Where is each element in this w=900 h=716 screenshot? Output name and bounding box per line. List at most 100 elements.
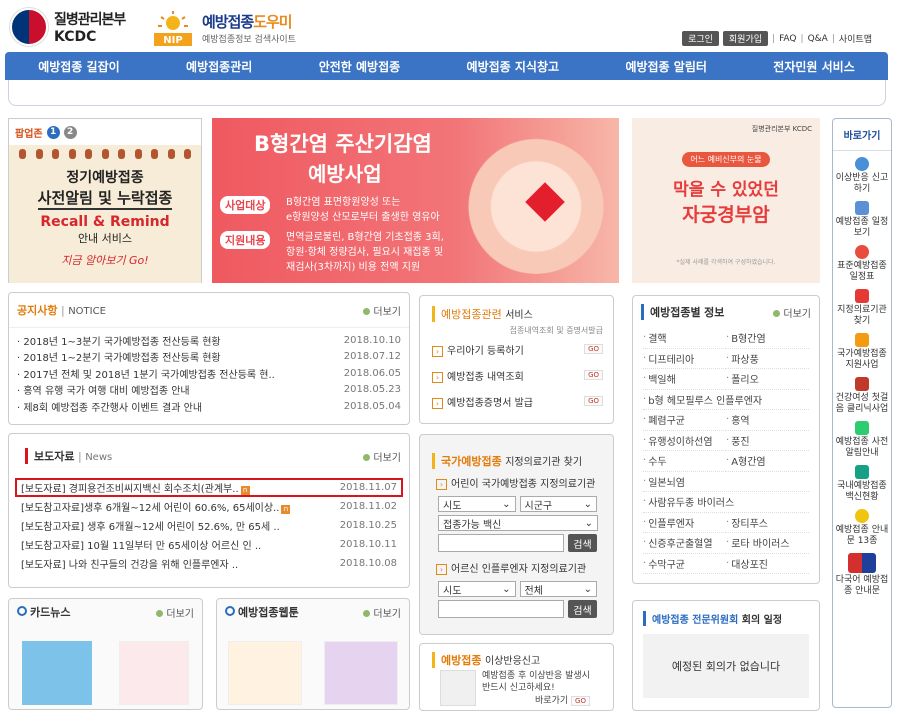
disease-item[interactable]: 장티푸스 <box>726 513 809 533</box>
disease-item[interactable]: 결핵 <box>643 328 726 349</box>
disease-item[interactable]: 폐렴구균 <box>643 410 726 431</box>
new-badge: n <box>281 505 291 514</box>
disease-item[interactable]: 백일해 <box>643 369 726 390</box>
go-button[interactable]: GO <box>584 396 603 406</box>
news-more-link[interactable]: 더보기 <box>363 449 401 464</box>
notice-row[interactable]: · 2018년 1~2분기 국가예방접종 전산등록 현황 2018.07.12 <box>17 349 401 366</box>
service-register-baby[interactable]: › 우리아기 등록하기 GO <box>420 336 613 362</box>
disease-item[interactable]: 사람유두종 바이러스 <box>643 492 809 513</box>
popup-page-1[interactable]: 1 <box>46 125 60 139</box>
cardnews-thumb-2[interactable] <box>118 641 189 705</box>
nav-knowledge[interactable]: 예방접종 지식창고 <box>467 58 560 75</box>
notice-row[interactable]: · 2017년 전체 및 2018년 1분기 국가예방접종 전산등록 현.. 20… <box>17 365 401 382</box>
vaccine-select[interactable]: 접종가능 백신 ⌄ <box>438 515 598 531</box>
chevron-down-icon: ⌄ <box>502 583 511 595</box>
quick-item-find-clinic[interactable]: 지정의료기관 찾기 <box>833 283 891 327</box>
news-title: 보도자료 <box>34 450 75 463</box>
notice-row[interactable]: · 홍역 유행 국가 여행 대비 예방접종 안내 2018.05.23 <box>17 382 401 399</box>
notice-row[interactable]: · 제8회 예방접종 주간행사 이벤트 결과 안내 2018.05.04 <box>17 398 401 415</box>
disease-item[interactable]: 홍역 <box>726 410 809 431</box>
disease-item[interactable]: 풍진 <box>726 431 809 451</box>
adult-search-input[interactable] <box>438 600 564 618</box>
quick-item-women-clinic[interactable]: 건강여성 첫걸음 클리닉사업 <box>833 371 891 415</box>
notice-more-link[interactable]: 더보기 <box>363 303 401 318</box>
clinic-search-input[interactable] <box>438 534 564 552</box>
cardnews-thumb-1[interactable] <box>22 641 93 705</box>
webtoon-thumb-1[interactable] <box>228 641 302 705</box>
hpv-line1: 막을 수 있었던 <box>673 180 779 200</box>
all-select[interactable]: 전체 ⌄ <box>519 581 597 597</box>
disease-item[interactable]: b형 헤모필루스 인플루엔자 <box>643 390 809 410</box>
quick-item-recall[interactable]: 예방접종 사전알림안내 <box>833 415 891 459</box>
nav-e-service[interactable]: 전자민원 서비스 <box>773 58 854 75</box>
quick-item-adverse-report[interactable]: 이상반응 신고하기 <box>833 151 891 195</box>
sido2-select[interactable]: 시도 ⌄ <box>438 581 516 597</box>
disease-item[interactable]: 대상포진 <box>726 554 809 574</box>
webtoon-more-link[interactable]: 더보기 <box>363 605 401 620</box>
disease-item[interactable]: 로타 바이러스 <box>726 533 809 554</box>
disease-item[interactable]: 신증후군출혈열 <box>643 533 726 554</box>
sigungu-select[interactable]: 시군구 ⌄ <box>519 496 597 512</box>
go-button[interactable]: GO <box>584 344 603 354</box>
service-certificate[interactable]: › 예방접종증명서 발급 GO <box>420 388 613 414</box>
quick-item-multilingual[interactable]: 다국어 예방접종 안내문 <box>833 547 891 597</box>
popup-line2: 사전알림 및 누락접종 <box>37 187 173 210</box>
notice-row[interactable]: · 2018년 1~3분기 국가예방접종 전산등록 현황 2018.10.10 <box>17 332 401 349</box>
disease-item[interactable]: B형간염 <box>726 328 809 349</box>
news-row-highlighted[interactable]: [보도자료] 경피용건조비씨지백신 회수조치(관계부.. n 2018.11.07 <box>15 478 403 497</box>
quick-item-standard-table[interactable]: 표준예방접종 일정표 <box>833 239 891 283</box>
webtoon-thumb-2[interactable] <box>324 641 398 705</box>
cervical-cancer-banner[interactable]: 질병관리본부 KCDC 어느 예비신부의 눈물 막을 수 있었던 자궁경부암 *… <box>632 118 820 283</box>
hepatitis-b-banner[interactable]: B형간염 주산기감염 예방사업 사업대상 B형간염 표면항원양성 또는 e항원양… <box>212 118 619 283</box>
disease-item[interactable]: A형간염 <box>726 451 809 472</box>
news-row[interactable]: [보도참고자료] 생후 6개월~12세 어린이 52.6%, 만 65세 .. 2… <box>17 516 401 535</box>
recall-remind-banner[interactable]: 정기예방접종 사전알림 및 누락접종 Recall & Remind 안내 서비… <box>9 145 201 283</box>
disease-item[interactable]: 파상풍 <box>726 349 809 369</box>
news-row[interactable]: [보도참고자료]생후 6개월~12세 어린이 60.6%, 65세이상.. n 20… <box>17 497 401 516</box>
nip-subtitle: 예방접종정보 검색사이트 <box>202 35 296 45</box>
disease-item[interactable]: 일본뇌염 <box>643 472 809 492</box>
disease-item[interactable]: 수막구균 <box>643 554 726 574</box>
join-button[interactable]: 회원가입 <box>722 31 769 46</box>
clinic-search-button[interactable]: 검색 <box>568 534 597 552</box>
news-row[interactable]: [보도참고자료] 10월 11일부터 만 65세이상 어르신 인 .. 2018.… <box>17 535 401 554</box>
disease-more-link[interactable]: 더보기 <box>773 305 811 320</box>
main-nav: 예방접종 길잡이 예방접종관리 안전한 예방접종 예방접종 지식창고 예방접종 … <box>5 52 888 80</box>
nav-notice[interactable]: 예방접종 알림터 <box>625 58 706 75</box>
disease-item[interactable]: 유행성이하선염 <box>643 431 726 451</box>
go-button[interactable]: GO <box>584 370 603 380</box>
sido-select[interactable]: 시도 ⌄ <box>438 496 516 512</box>
login-button[interactable]: 로그인 <box>682 31 719 46</box>
service-history-lookup[interactable]: › 예방접종 내역조회 GO <box>420 362 613 388</box>
adult-search-button[interactable]: 검색 <box>568 600 597 618</box>
disease-item[interactable]: 인플루엔자 <box>643 513 726 533</box>
sitemap-link[interactable]: 사이트맵 <box>839 32 872 45</box>
hepb-title2: 예방사업 <box>308 162 382 186</box>
notice-row-title: 2018년 1~2분기 국가예방접종 전산등록 현황 <box>23 353 221 365</box>
nav-management[interactable]: 예방접종관리 <box>186 58 252 75</box>
quick-item-guide-13[interactable]: 예방접종 안내문 13종 <box>833 503 891 547</box>
quick-item-national-support[interactable]: 국가예방접종 지원사업 <box>833 327 891 371</box>
qa-link[interactable]: Q&A <box>808 34 828 44</box>
disease-item[interactable]: 폴리오 <box>726 369 809 390</box>
quick-item-schedule[interactable]: 예방접종 일정보기 <box>833 195 891 239</box>
disease-item[interactable]: 디프테리아 <box>643 349 726 369</box>
target-icon <box>855 245 869 259</box>
nip-logo[interactable]: NIP 예방접종도우미 예방접종정보 검색사이트 <box>150 8 320 48</box>
kcdc-logo[interactable]: 질병관리본부 KCDC <box>10 6 140 48</box>
adverse-link[interactable]: 바로가기 <box>535 696 568 706</box>
cardnews-more-link[interactable]: 더보기 <box>156 605 194 620</box>
disease-item[interactable]: 수두 <box>643 451 726 472</box>
quick-title: 바로가기 <box>833 119 891 151</box>
nav-safety[interactable]: 안전한 예방접종 <box>319 58 400 75</box>
news-row[interactable]: [보도자료] 나와 친구들의 건강을 위해 인플루엔자 .. 2018.10.08 <box>17 554 401 573</box>
service-label: 우리아기 등록하기 <box>447 345 524 357</box>
quick-item-vaccine-status[interactable]: 국내예방접종 백신현황 <box>833 459 891 503</box>
faq-link[interactable]: FAQ <box>779 34 796 44</box>
check-circle-icon <box>855 157 869 171</box>
nav-guide[interactable]: 예방접종 길잡이 <box>38 58 119 75</box>
go-button[interactable]: GO <box>571 696 590 706</box>
news-row-title: [보도자료] 경피용건조비씨지백신 회수조치(관계부.. <box>21 484 239 495</box>
hepb-text2b: 항원·항체 정량검사, 필요시 재접종 및 <box>286 247 444 258</box>
popup-page-2[interactable]: 2 <box>63 125 77 139</box>
